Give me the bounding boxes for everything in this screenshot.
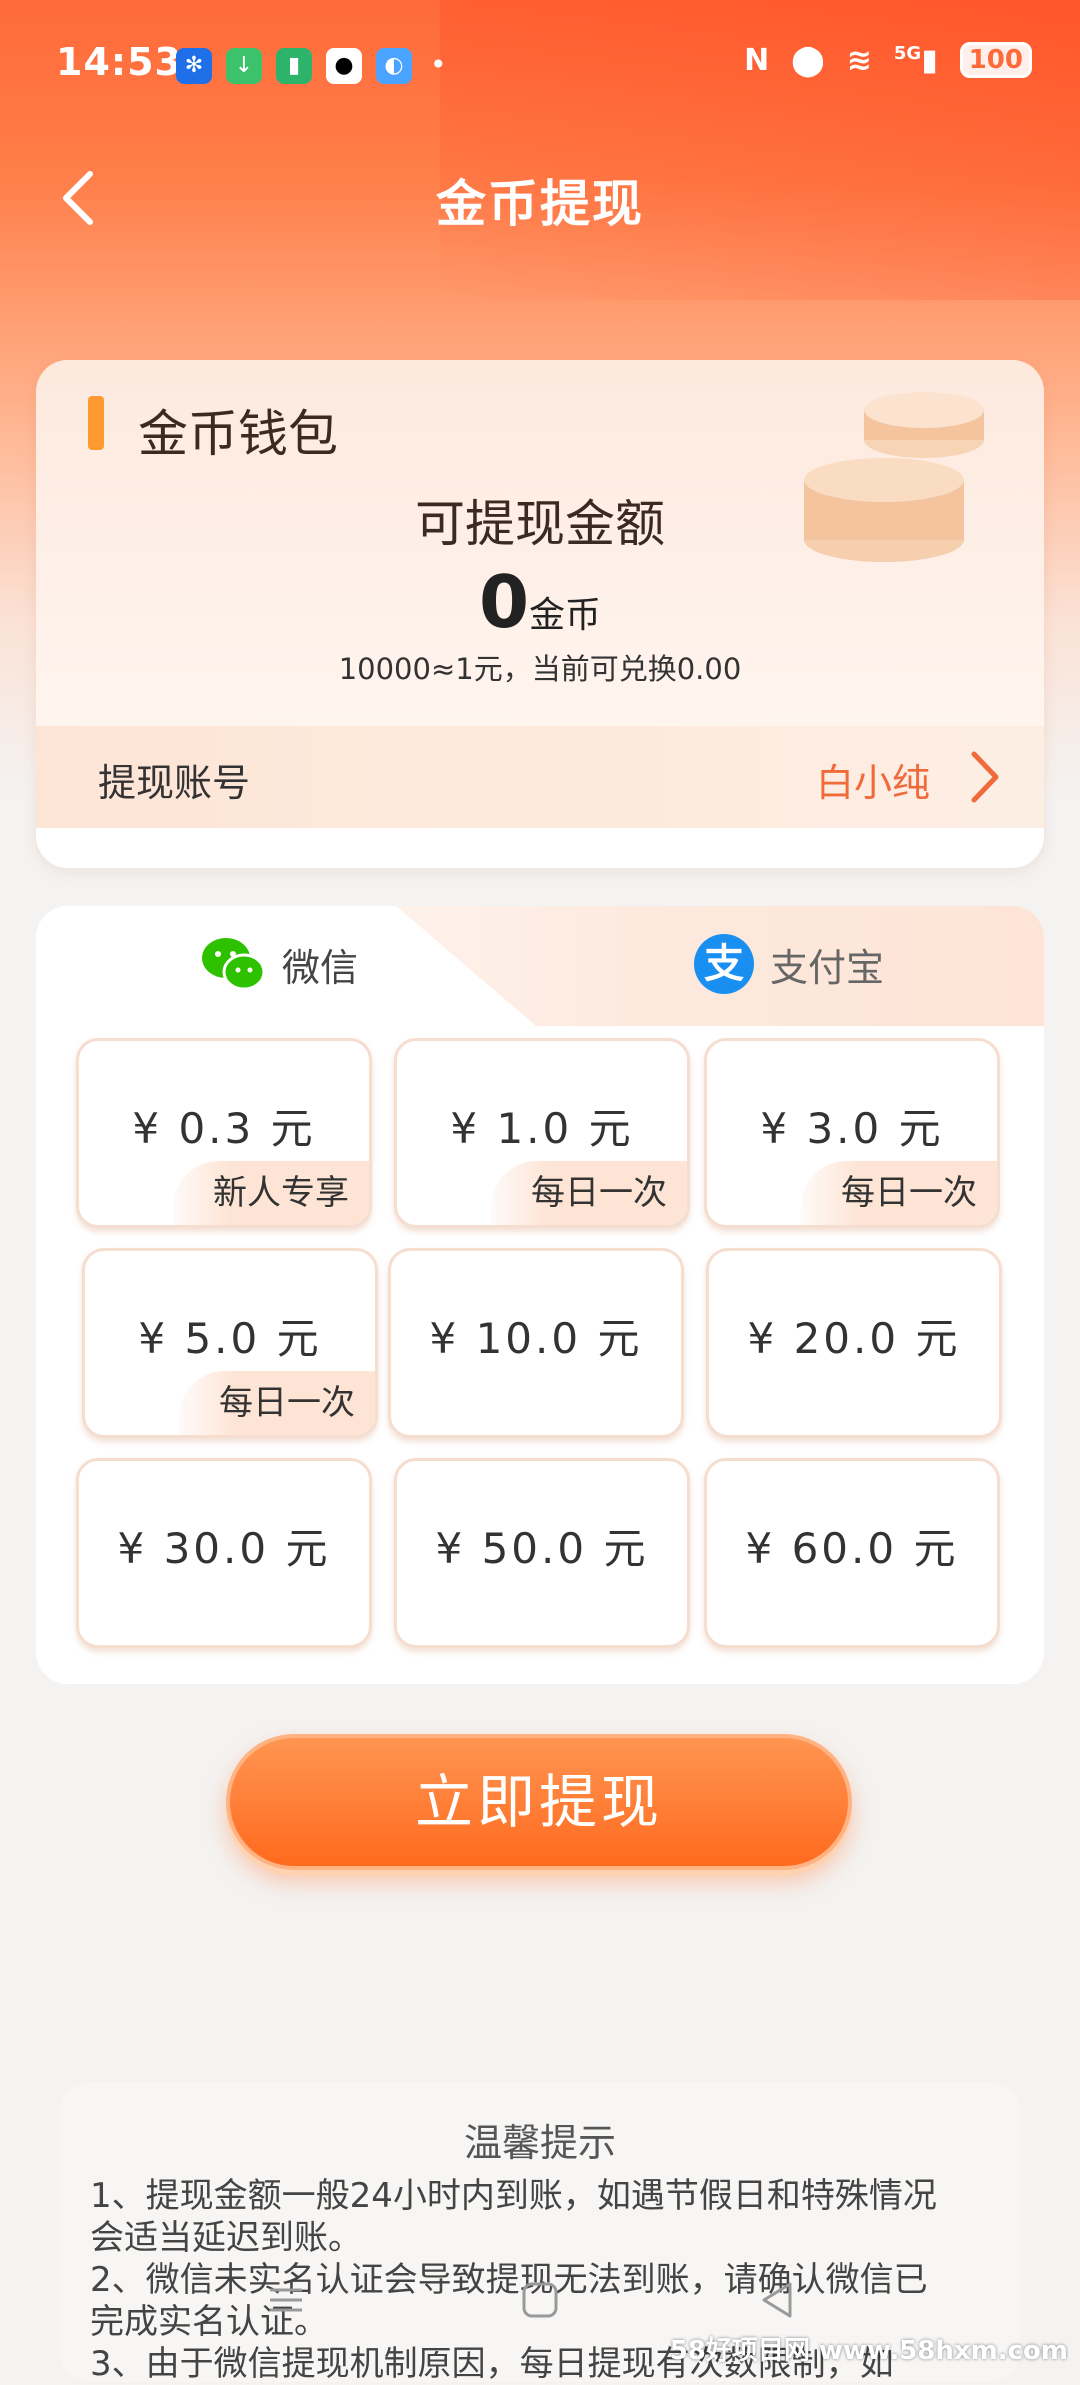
- wechat-icon: [202, 938, 266, 991]
- notification-dot-icon: •: [430, 48, 447, 81]
- amount-option[interactable]: ¥ 1.0 元 每日一次: [394, 1038, 690, 1228]
- nfc-icon: N: [744, 42, 770, 78]
- withdraw-account-row[interactable]: 提现账号 白小纯: [36, 726, 1044, 828]
- exchange-rate: 10000≈1元，当前可兑换0.00: [338, 652, 742, 686]
- account-value: 白小纯: [815, 761, 930, 805]
- fan-app-icon: ✻: [176, 48, 212, 84]
- qq-app-icon: ●: [326, 48, 362, 84]
- home-nav-icon[interactable]: [518, 2278, 562, 2322]
- download-app-icon: ↓: [226, 48, 262, 84]
- tab-alipay-label: 支付宝: [770, 945, 885, 990]
- balance-value: 0: [478, 560, 530, 644]
- amount-option-value: ¥ 0.3 元: [132, 1104, 316, 1153]
- back-nav-icon[interactable]: [756, 2278, 800, 2322]
- tips-title: 温馨提示: [463, 2121, 616, 2165]
- status-right: N ⬤ ≋ 5G▮ 100: [744, 42, 1032, 78]
- battery-icon: 100: [959, 42, 1032, 78]
- balance: 0金币: [36, 560, 1044, 644]
- amount-option[interactable]: ¥ 5.0 元 每日一次: [82, 1248, 378, 1438]
- amount-option-value: ¥ 30.0 元: [117, 1524, 331, 1573]
- wifi-icon: ≋: [846, 42, 872, 78]
- alipay-icon: 支: [694, 934, 754, 994]
- amount-option-value: ¥ 1.0 元: [450, 1104, 634, 1153]
- amount-option-value: ¥ 3.0 元: [760, 1104, 944, 1153]
- amount-option[interactable]: ¥ 50.0 元: [394, 1458, 690, 1648]
- amount-option-tag: 每日一次: [491, 1161, 687, 1225]
- account-label: 提现账号: [98, 761, 251, 805]
- section-marker: [88, 396, 104, 450]
- amount-option-tag: 新人专享: [173, 1161, 369, 1225]
- amount-option[interactable]: ¥ 20.0 元: [706, 1248, 1002, 1438]
- watermark: 58好项目网 www.58hxm.com: [669, 2336, 1068, 2366]
- amount-option[interactable]: ¥ 0.3 元 新人专享: [76, 1038, 372, 1228]
- signal-icon: 5G▮: [893, 42, 938, 78]
- withdraw-button[interactable]: 立即提现: [226, 1734, 852, 1870]
- wallet-card: 金币钱包 可提现金额 0金币 10000≈1元，当前可兑换0.00 提现账号 白…: [36, 360, 1044, 868]
- page-title: 金币提现: [436, 175, 644, 233]
- amount-option-tag: 每日一次: [179, 1371, 375, 1435]
- balance-unit: 金币: [529, 595, 602, 636]
- amount-option-value: ¥ 50.0 元: [435, 1524, 649, 1573]
- amount-option[interactable]: ¥ 60.0 元: [704, 1458, 1000, 1648]
- tab-wechat-label: 微信: [282, 945, 359, 990]
- amount-option[interactable]: ¥ 30.0 元: [76, 1458, 372, 1648]
- chevron-right-icon: [971, 751, 999, 803]
- wallet-title: 金币钱包: [138, 405, 338, 463]
- amount-option-tag: 每日一次: [801, 1161, 997, 1225]
- amount-option-value: ¥ 5.0 元: [138, 1314, 322, 1363]
- amount-option-value: ¥ 60.0 元: [745, 1524, 959, 1573]
- amount-option-value: ¥ 10.0 元: [429, 1314, 643, 1363]
- amount-card: 微信 支 支付宝 ¥ 0.3 元 新人专享 ¥ 1.0 元 每日一次 ¥ 3.0…: [36, 906, 1044, 1684]
- location-icon: ⬤: [791, 42, 825, 78]
- amount-option[interactable]: ¥ 10.0 元: [388, 1248, 684, 1438]
- tab-alipay[interactable]: 支 支付宝: [694, 924, 884, 1004]
- status-bar: 14:53 ✻ ↓ ▮ ● ◐ • N ⬤ ≋ 5G▮ 100: [0, 0, 1080, 130]
- status-time: 14:53: [56, 40, 182, 84]
- battery-app-icon: ▮: [276, 48, 312, 84]
- menu-nav-icon[interactable]: [264, 2278, 308, 2322]
- amount-option[interactable]: ¥ 3.0 元 每日一次: [704, 1038, 1000, 1228]
- amount-option-value: ¥ 20.0 元: [747, 1314, 961, 1363]
- browser-app-icon: ◐: [376, 48, 412, 84]
- tab-wechat[interactable]: 微信: [200, 924, 358, 1004]
- nav-bar: 金币提现: [0, 150, 1080, 250]
- available-label: 可提现金额: [415, 495, 665, 553]
